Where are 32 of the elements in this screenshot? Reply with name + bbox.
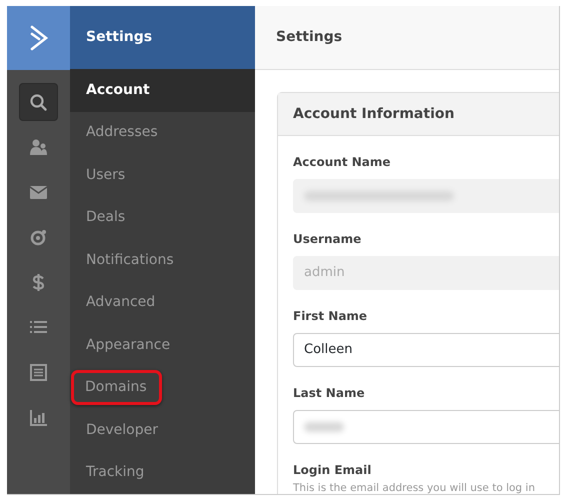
settings-menu-item[interactable]: Deals bbox=[70, 196, 255, 240]
search-button[interactable] bbox=[19, 83, 58, 121]
logo-tile[interactable] bbox=[7, 6, 70, 70]
input-field: admin bbox=[293, 256, 559, 290]
settings-menu-item[interactable]: Users bbox=[70, 154, 255, 197]
input-field[interactable]: Colleen bbox=[293, 333, 559, 367]
chart-icon bbox=[29, 408, 48, 426]
settings-menu-item[interactable]: Appearance bbox=[70, 324, 255, 367]
document-icon bbox=[29, 362, 48, 382]
settings-menu-item[interactable]: Addresses bbox=[70, 112, 255, 154]
field-label: Username bbox=[293, 231, 362, 248]
field-label: Account Name bbox=[293, 154, 392, 171]
field-label: Last Name bbox=[293, 385, 366, 402]
redacted-value bbox=[304, 422, 344, 432]
search-icon bbox=[29, 92, 48, 112]
settings-menu-item[interactable]: Account bbox=[70, 69, 255, 112]
settings-menu-item[interactable]: Tracking bbox=[70, 452, 255, 494]
help-text: This is the email address you will use to log in bbox=[293, 481, 536, 494]
input-field[interactable] bbox=[293, 410, 559, 444]
people-icon bbox=[29, 138, 48, 156]
gear-icon bbox=[29, 228, 48, 246]
settings-menu-item[interactable]: Advanced bbox=[70, 282, 255, 324]
sidebar-title: Settings bbox=[70, 6, 255, 70]
logo-icon bbox=[28, 25, 48, 51]
settings-menu-item[interactable]: Notifications bbox=[70, 239, 255, 282]
page-title: Settings bbox=[255, 6, 559, 70]
field-label: Login Email bbox=[293, 462, 372, 479]
settings-menu-item[interactable]: Domains bbox=[70, 366, 255, 410]
field-label: First Name bbox=[293, 308, 368, 325]
menu-item-label: Domains bbox=[85, 379, 147, 396]
settings-menu-item[interactable]: Developer bbox=[70, 409, 255, 452]
card-title: Account Information bbox=[278, 93, 559, 136]
